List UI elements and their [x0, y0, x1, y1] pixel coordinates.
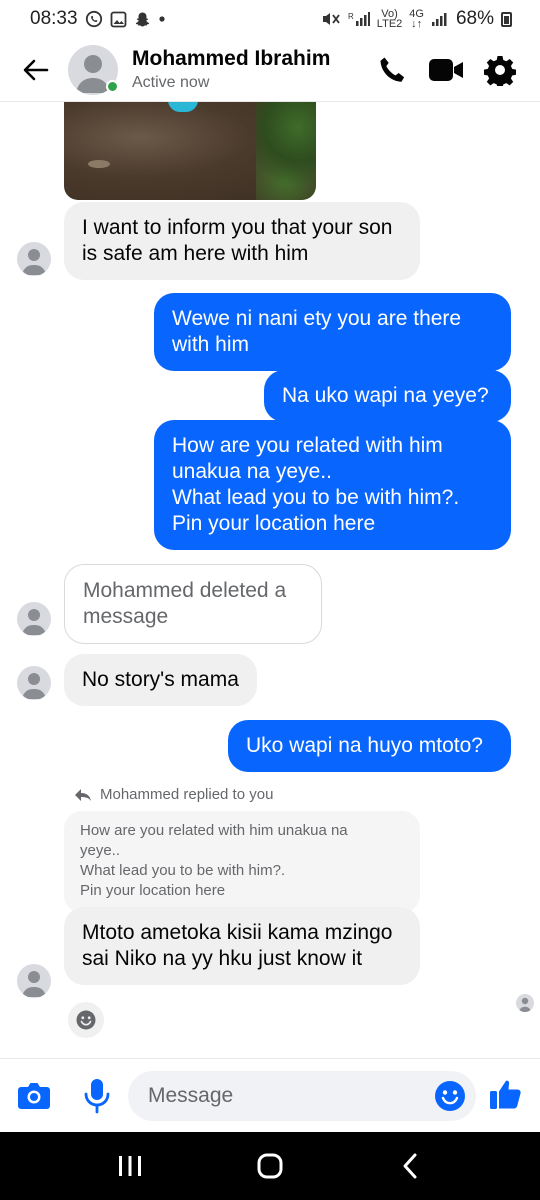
contact-name[interactable]: Mohammed Ibrahim	[132, 47, 374, 71]
outgoing-message[interactable]: Wewe ni nani ety you are there with him	[154, 293, 511, 371]
notification-dot-icon	[158, 15, 166, 23]
reply-note-text: Mohammed replied to you	[100, 786, 274, 803]
gallery-icon	[110, 11, 127, 28]
volte-indicator: Vo) LTE2	[376, 9, 403, 30]
clock: 08:33	[30, 8, 78, 29]
status-bar: 08:33 R Vo) LTE2 4G ↓↑ 68%	[0, 0, 540, 38]
photo-stone	[88, 160, 110, 168]
message-text: Mtoto ametoka kisii kama mzingo sai Niko…	[82, 921, 393, 970]
message-input[interactable]	[128, 1071, 476, 1121]
phone-icon	[380, 57, 405, 82]
message-line: What lead you to be with him?.	[172, 486, 460, 509]
sim1-signal-icon: R	[348, 11, 370, 27]
mute-icon	[321, 11, 341, 27]
photo-grass	[256, 102, 316, 200]
quoted-line: What lead you to be with him?.	[80, 862, 286, 879]
quoted-line: How are you related with him unakua na	[80, 822, 348, 839]
outgoing-message[interactable]: Uko wapi na huyo mtoto?	[228, 720, 511, 772]
photo-shoe	[168, 102, 198, 112]
nav-back-button[interactable]	[380, 1141, 440, 1191]
like-button[interactable]	[484, 1072, 528, 1116]
recent-apps-button[interactable]	[100, 1141, 160, 1191]
status-bar-left: 08:33	[30, 8, 166, 30]
quoted-line: Pin your location here	[80, 882, 226, 899]
reply-indicator: Mohammed replied to you	[74, 786, 273, 803]
message-line: Pin your location here	[172, 512, 376, 535]
system-navigation-bar	[0, 1132, 540, 1200]
deleted-message[interactable]: Mohammed deleted a message	[64, 564, 322, 644]
emoji-icon	[435, 1081, 465, 1111]
whatsapp-icon	[85, 10, 103, 28]
microphone-icon	[84, 1079, 110, 1114]
home-button[interactable]	[240, 1141, 300, 1191]
header-actions	[374, 52, 518, 88]
active-status-text: Active now	[132, 74, 210, 91]
svg-text:R: R	[348, 12, 354, 21]
voice-record-button[interactable]	[75, 1074, 119, 1118]
camera-icon	[18, 1083, 50, 1109]
network-4g-indicator: 4G ↓↑	[409, 9, 424, 30]
volte-bottom-text: LTE2	[376, 18, 403, 30]
message-text: I want to inform you that your son is sa…	[82, 216, 393, 265]
message-text: No story's mama	[82, 668, 239, 691]
message-line: How are you related with him unakua na y…	[172, 434, 443, 483]
emoji-button[interactable]	[428, 1074, 472, 1118]
network-data-arrows-text: ↓↑	[411, 18, 423, 30]
seen-indicator-avatar	[516, 994, 534, 1012]
settings-button[interactable]	[482, 52, 518, 88]
message-list[interactable]: I want to inform you that your son is sa…	[0, 102, 540, 1058]
sender-avatar[interactable]	[17, 964, 51, 998]
status-bar-right: R Vo) LTE2 4G ↓↑ 68%	[321, 8, 512, 30]
reply-arrow-icon	[75, 788, 91, 801]
quoted-message[interactable]: How are you related with him unakua na y…	[64, 811, 420, 913]
react-button[interactable]	[68, 1002, 104, 1038]
snapchat-icon	[134, 11, 151, 28]
voice-call-button[interactable]	[374, 52, 410, 88]
back-button[interactable]	[12, 46, 60, 94]
sender-avatar[interactable]	[17, 242, 51, 276]
message-text: Mohammed deleted a message	[83, 579, 287, 628]
incoming-message[interactable]: No story's mama	[64, 654, 257, 706]
message-text: Na uko wapi na yeye?	[282, 384, 489, 407]
gear-icon	[484, 55, 516, 86]
messenger-screen: 08:33 R Vo) LTE2 4G ↓↑ 68% Mohammed Ibra…	[0, 0, 540, 1200]
quoted-line: yeye..	[80, 842, 121, 859]
chevron-left-icon	[403, 1153, 417, 1179]
shared-photo[interactable]	[64, 102, 316, 200]
recent-apps-icon	[119, 1156, 141, 1176]
smiley-icon	[76, 1010, 96, 1030]
video-call-button[interactable]	[428, 52, 464, 88]
outgoing-message[interactable]: Na uko wapi na yeye?	[264, 370, 511, 422]
home-icon	[257, 1153, 283, 1179]
battery-icon	[501, 11, 512, 27]
sender-avatar[interactable]	[17, 666, 51, 700]
incoming-reply-message[interactable]: Mtoto ametoka kisii kama mzingo sai Niko…	[64, 907, 420, 985]
contact-avatar-wrapper[interactable]	[68, 44, 119, 95]
message-text: Uko wapi na huyo mtoto?	[246, 734, 483, 757]
outgoing-message[interactable]: How are you related with him unakua na y…	[154, 420, 511, 550]
conversation-header: Mohammed Ibrahim Active now	[0, 38, 540, 102]
contact-title-block[interactable]: Mohammed Ibrahim Active now	[132, 47, 374, 92]
battery-percent: 68%	[455, 8, 494, 29]
sim2-signal-icon	[431, 11, 449, 27]
back-arrow-icon	[23, 59, 49, 80]
message-text: Wewe ni nani ety you are there with him	[172, 307, 462, 356]
incoming-message[interactable]: I want to inform you that your son is sa…	[64, 202, 420, 280]
message-composer	[0, 1058, 540, 1132]
video-camera-icon	[429, 58, 463, 81]
camera-button[interactable]	[12, 1074, 56, 1118]
sender-avatar[interactable]	[17, 602, 51, 636]
active-status-dot	[106, 79, 119, 93]
thumbs-up-icon	[490, 1080, 521, 1109]
